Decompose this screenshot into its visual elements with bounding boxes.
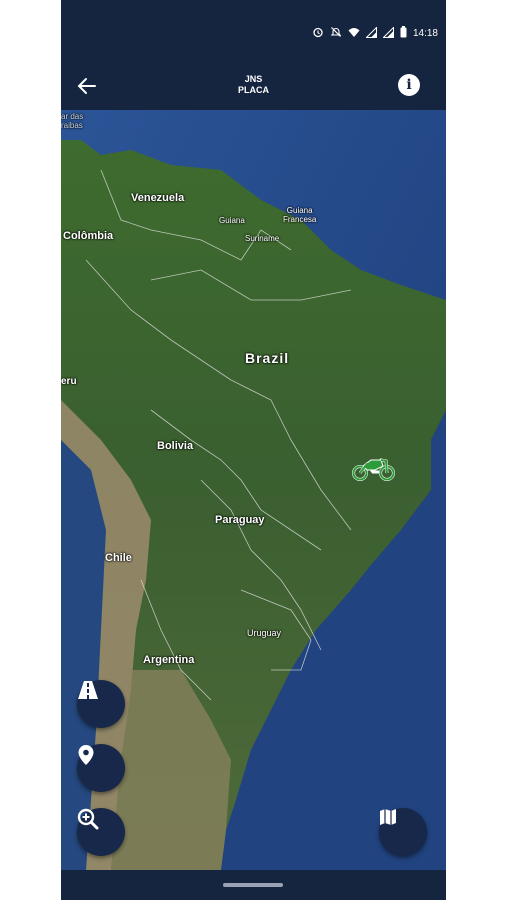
map-label-suriname: Suriname — [245, 234, 280, 243]
vehicle-marker[interactable] — [351, 454, 397, 482]
vehicle-name: JNS — [244, 74, 263, 84]
map-label-caribbean: ar das raibas — [61, 112, 84, 130]
map-label-bolivia: Bolivia — [157, 440, 194, 452]
map-type-button[interactable] — [379, 808, 427, 856]
signal-icon — [365, 25, 377, 41]
system-nav-bar — [61, 870, 446, 900]
signal-icon — [382, 25, 394, 41]
wifi-icon — [348, 26, 360, 41]
info-button[interactable]: i — [398, 74, 420, 96]
alarm-icon — [312, 26, 324, 41]
zoom-button[interactable] — [77, 808, 125, 856]
app-bar: JNS PLACA i — [61, 64, 446, 110]
status-icons: 14:18 — [312, 25, 438, 41]
map-label-peru: eru — [61, 376, 77, 387]
map-label-guiana: Guiana — [219, 216, 245, 225]
map-label-venezuela: Venezuela — [131, 192, 185, 204]
route-button[interactable] — [77, 680, 125, 728]
status-bar: 14:18 — [61, 0, 446, 64]
plate-label: PLACA — [238, 85, 269, 95]
map-label-guiana-francesa: Guiana Francesa — [283, 206, 317, 224]
map-label-paraguay: Paraguay — [215, 514, 265, 526]
phone-screen: 14:18 JNS PLACA i ar das raibas Venezuel… — [61, 0, 446, 900]
battery-icon — [400, 26, 407, 41]
map-label-uruguay: Uruguay — [247, 628, 282, 638]
map-label-chile: Chile — [105, 552, 132, 564]
zoom-in-icon — [77, 808, 99, 830]
mute-icon — [330, 26, 342, 41]
map-icon — [380, 809, 396, 825]
info-icon: i — [406, 77, 412, 93]
app-title: JNS PLACA — [61, 74, 446, 96]
map-label-colombia: Colômbia — [63, 230, 114, 242]
home-gesture-bar[interactable] — [223, 883, 283, 887]
clock: 14:18 — [412, 28, 438, 39]
location-button[interactable] — [77, 744, 125, 792]
map-pin-icon — [78, 745, 94, 765]
satellite-map[interactable]: ar das raibas Venezuela Colômbia Guiana … — [61, 110, 446, 870]
map-label-argentina: Argentina — [143, 654, 195, 666]
motorcycle-icon — [352, 458, 395, 481]
map-label-brazil: Brazil — [245, 350, 290, 366]
road-icon — [78, 681, 98, 699]
